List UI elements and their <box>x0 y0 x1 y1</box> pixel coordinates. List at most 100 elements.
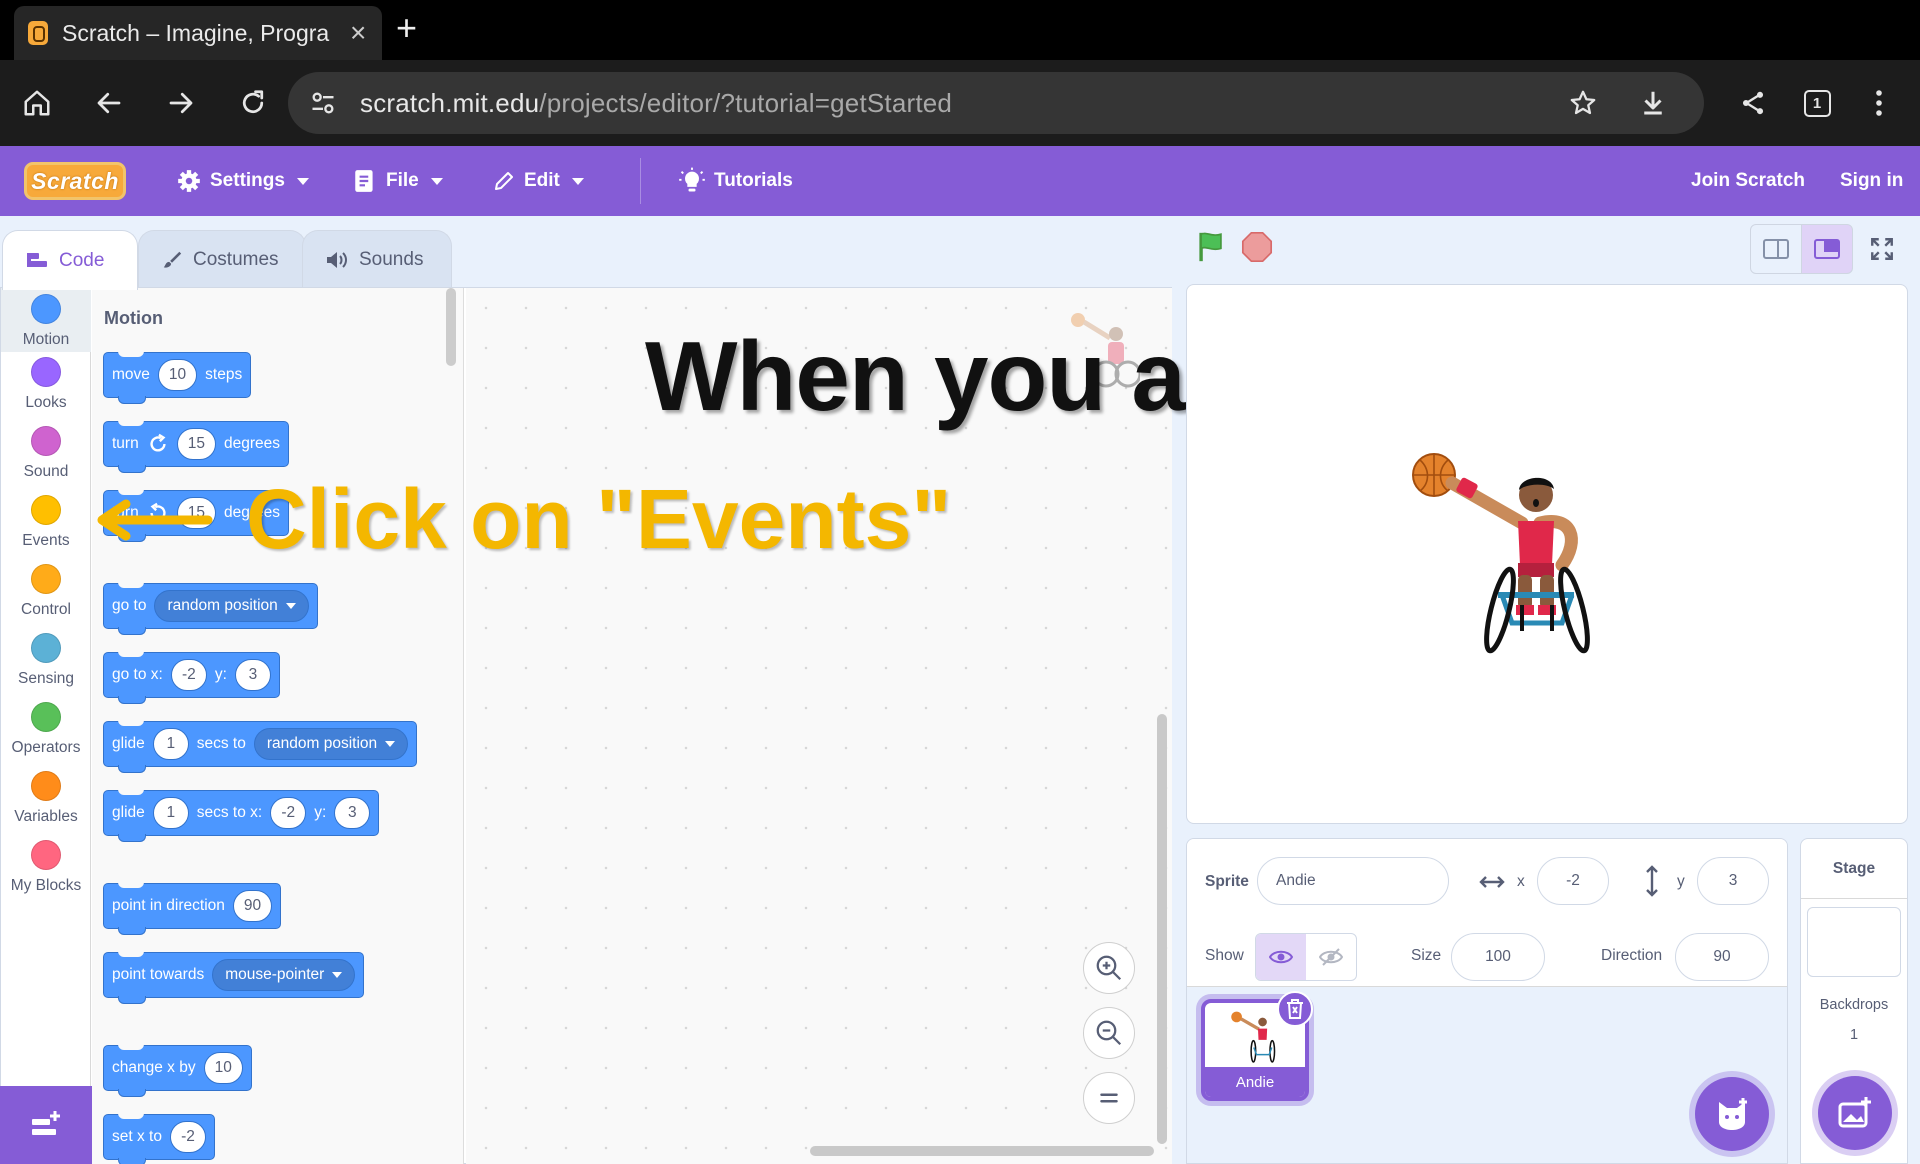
fullscreen-button[interactable] <box>1856 224 1908 274</box>
block-point-in-direction[interactable]: point in direction 90 <box>103 882 282 935</box>
block-text: secs to x: <box>196 804 263 821</box>
block-input[interactable]: 3 <box>234 659 271 691</box>
direction-field[interactable]: 90 <box>1675 933 1769 981</box>
edit-menu[interactable]: Edit <box>492 146 584 216</box>
category-events[interactable]: Events <box>1 495 91 550</box>
andie-sprite[interactable] <box>1412 445 1632 655</box>
stop-button[interactable] <box>1240 230 1274 269</box>
workspace-vertical-scrollbar[interactable] <box>1157 714 1167 1144</box>
category-my-blocks[interactable]: My Blocks <box>1 840 91 895</box>
choose-sprite-button[interactable] <box>1695 1077 1769 1151</box>
large-stage-icon <box>1814 239 1840 259</box>
download-icon[interactable] <box>1628 72 1678 134</box>
x-position-field[interactable]: -2 <box>1537 857 1609 905</box>
size-field[interactable]: 100 <box>1451 933 1545 981</box>
size-value: 100 <box>1485 948 1511 965</box>
category-label: Control <box>21 601 71 618</box>
block-input[interactable]: 10 <box>203 1052 243 1084</box>
block-turn-right[interactable]: turn 15 degrees <box>103 420 289 473</box>
site-settings-icon[interactable] <box>298 72 348 134</box>
tab-code[interactable]: Code <box>2 230 138 290</box>
block-point-towards[interactable]: point towards mouse-pointer <box>103 951 365 1004</box>
block-input[interactable]: 15 <box>176 428 216 460</box>
category-motion[interactable]: Motion <box>1 288 91 352</box>
tutorials-label: Tutorials <box>714 170 793 191</box>
sprite-name-field[interactable]: Andie <box>1257 857 1449 905</box>
home-icon[interactable] <box>12 60 62 146</box>
close-tab-icon[interactable]: × <box>350 19 366 47</box>
green-flag-button[interactable] <box>1194 230 1228 269</box>
dropdown-value: random position <box>266 735 378 752</box>
category-looks[interactable]: Looks <box>1 357 91 412</box>
lightbulb-icon <box>679 167 705 192</box>
tutorials-menu[interactable]: Tutorials <box>678 146 793 216</box>
block-change-x[interactable]: change x by 10 <box>103 1044 252 1097</box>
block-input[interactable]: 90 <box>232 890 273 922</box>
share-icon[interactable] <box>1728 60 1778 146</box>
browser-menu-icon[interactable] <box>1854 60 1904 146</box>
block-dropdown[interactable]: random position <box>253 728 409 760</box>
url-text[interactable]: scratch.mit.edu/projects/editor/?tutoria… <box>360 88 952 119</box>
y-position-field[interactable]: 3 <box>1697 857 1769 905</box>
category-label: Motion <box>22 331 70 348</box>
block-dropdown[interactable]: mouse-pointer <box>212 959 356 991</box>
block-go-to-xy[interactable]: go to x: -2 y: 3 <box>103 651 280 704</box>
new-tab-icon[interactable]: + <box>396 10 417 46</box>
settings-menu[interactable]: Settings <box>176 146 309 216</box>
file-menu[interactable]: File <box>352 146 443 216</box>
choose-backdrop-button[interactable] <box>1818 1076 1892 1150</box>
workspace-horizontal-scrollbar[interactable] <box>810 1146 1154 1156</box>
block-go-to[interactable]: go to random position <box>103 582 318 635</box>
block-dropdown[interactable]: random position <box>154 590 309 622</box>
reload-icon[interactable] <box>228 60 278 146</box>
add-extension-button[interactable] <box>0 1086 92 1164</box>
large-stage-button[interactable] <box>1801 224 1853 274</box>
block-input[interactable]: -2 <box>270 797 307 829</box>
sign-in-link[interactable]: Sign in <box>1840 146 1903 216</box>
block-input[interactable]: -2 <box>170 659 207 691</box>
block-input[interactable]: 10 <box>157 359 198 391</box>
show-visible-button[interactable] <box>1256 934 1306 980</box>
zoom-out-button[interactable] <box>1083 1007 1135 1059</box>
back-icon[interactable] <box>84 60 134 146</box>
block-input[interactable]: 1 <box>152 728 189 760</box>
block-input[interactable]: 3 <box>334 797 371 829</box>
scratch-logo[interactable]: Scratch <box>24 162 126 200</box>
block-glide-to-xy[interactable]: glide 1 secs to x: -2 y: 3 <box>103 789 380 842</box>
category-dot <box>31 633 61 663</box>
stage-thumbnail[interactable] <box>1807 907 1901 977</box>
trash-icon <box>1287 999 1303 1019</box>
block-input[interactable]: -2 <box>169 1121 206 1153</box>
dropdown-value: mouse-pointer <box>225 966 325 983</box>
tab-switcher-icon[interactable]: 1 <box>1792 60 1842 146</box>
stage-canvas[interactable] <box>1186 284 1908 824</box>
palette-scrollbar[interactable] <box>446 288 456 366</box>
block-input[interactable]: 1 <box>152 797 189 829</box>
zoom-in-button[interactable] <box>1083 942 1135 994</box>
tab-costumes[interactable]: Costumes <box>138 230 306 288</box>
delete-sprite-button[interactable] <box>1277 991 1313 1027</box>
block-set-x[interactable]: set x to -2 <box>103 1113 215 1164</box>
zoom-in-icon <box>1096 955 1122 981</box>
small-stage-button[interactable] <box>1750 224 1802 274</box>
tab-sounds[interactable]: Sounds <box>302 230 452 288</box>
zoom-reset-button[interactable] <box>1083 1072 1135 1124</box>
category-sound[interactable]: Sound <box>1 426 91 481</box>
menu-divider <box>640 158 641 204</box>
chevron-down-icon <box>430 177 443 185</box>
category-control[interactable]: Control <box>1 564 91 619</box>
block-glide-to[interactable]: glide 1 secs to random position <box>103 720 418 773</box>
block-move-steps[interactable]: move 10 steps <box>103 351 252 404</box>
bookmark-star-icon[interactable] <box>1558 72 1608 134</box>
address-bar[interactable]: scratch.mit.edu/projects/editor/?tutoria… <box>288 72 1704 134</box>
join-scratch-link[interactable]: Join Scratch <box>1691 146 1805 216</box>
forward-icon[interactable] <box>156 60 206 146</box>
category-variables[interactable]: Variables <box>1 771 91 826</box>
category-operators[interactable]: Operators <box>1 702 91 757</box>
category-sensing[interactable]: Sensing <box>1 633 91 688</box>
size-label: Size <box>1411 947 1442 964</box>
show-hidden-button[interactable] <box>1306 934 1356 980</box>
browser-tab[interactable]: Scratch – Imagine, Progra × <box>14 6 382 60</box>
green-flag-icon <box>1199 232 1222 262</box>
browser-tab-title: Scratch – Imagine, Progra <box>62 19 330 46</box>
